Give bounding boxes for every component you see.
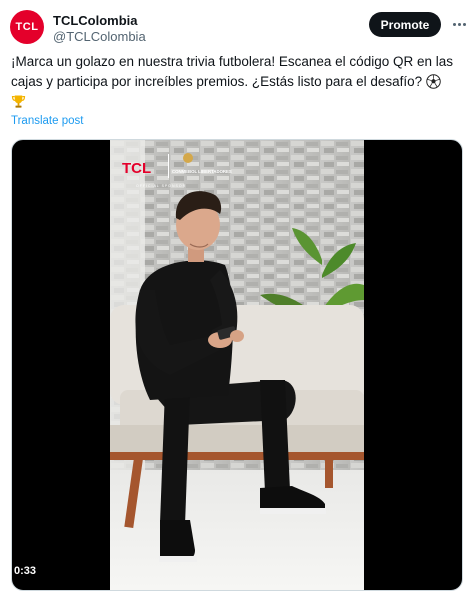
partner-logo-text: CONMEBOL LIBERTADORES xyxy=(172,169,232,174)
more-horizontal-icon[interactable] xyxy=(450,16,468,32)
tweet-text: ¡Marca un golazo en nuestra trivia futbo… xyxy=(11,52,463,112)
display-name[interactable]: TCLColombia xyxy=(53,13,138,28)
partner-caption: OFFICIAL SPONSOR xyxy=(136,184,186,188)
libertadores-trophy-icon xyxy=(183,153,193,163)
avatar-logo-text: TCL xyxy=(15,21,39,33)
trophy-icon xyxy=(11,95,26,108)
account-handle[interactable]: @TCLColombia xyxy=(53,29,146,44)
promote-button[interactable]: Promote xyxy=(369,12,441,37)
tcl-video-logo: TCL xyxy=(122,160,151,177)
soccer-ball-icon xyxy=(426,74,441,89)
video-still: TCL CONMEBOL LIBERTADORES OFFICIAL SPONS… xyxy=(110,140,364,590)
translate-post-link[interactable]: Translate post xyxy=(11,115,83,127)
video-frame[interactable]: TCL CONMEBOL LIBERTADORES OFFICIAL SPONS… xyxy=(110,140,364,590)
tweet-text-line-1: ¡Marca un golazo en nuestra trivia futbo… xyxy=(11,54,453,69)
account-avatar[interactable]: TCL xyxy=(10,10,44,44)
video-player[interactable]: TCL CONMEBOL LIBERTADORES OFFICIAL SPONS… xyxy=(11,139,463,591)
video-timestamp: 0:33 xyxy=(14,565,37,577)
tweet-text-line-2: cajas y participa por increíbles premios… xyxy=(11,74,423,89)
